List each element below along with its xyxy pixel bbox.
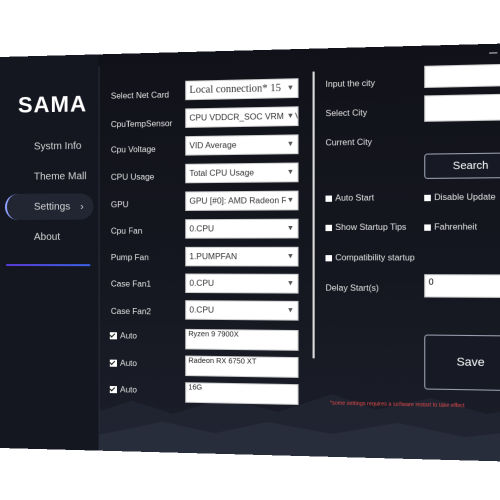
label-current-city: Current City (325, 137, 372, 148)
dropdown-arrow-icon: ▼ (285, 219, 296, 238)
compatibility-startup-label: Compatibility startup (335, 253, 415, 263)
sidebar-item-settings[interactable]: Settings › (4, 193, 94, 220)
cpu-usage-value: Total CPU Usage (189, 168, 255, 179)
sidebar-item-system-info[interactable]: Systm Info (0, 132, 99, 160)
delay-start-input[interactable]: 0 (424, 274, 500, 299)
sidebar-item-label: Settings (33, 201, 71, 213)
fahrenheit-label: Fahrenheit (434, 222, 478, 232)
cpu-usage-select[interactable]: Total CPU Usage ▼ (185, 162, 299, 184)
dropdown-arrow-icon: ▼ (285, 163, 296, 182)
auto-label: Auto (120, 331, 137, 341)
label-pump-fan: Pump Fan (110, 253, 149, 263)
pump-fan-select[interactable]: 1.PUMPFAN ▼ (185, 246, 299, 267)
chevron-right-icon: › (80, 200, 84, 213)
label-cpu-fan: Cpu Fan (110, 226, 143, 236)
sidebar-item-theme-mall[interactable]: Theme Mall (0, 163, 99, 190)
label-cpu-voltage: Cpu Voltage (110, 144, 156, 155)
label-case-fan1: Case Fan1 (110, 279, 152, 289)
checkbox-checked-icon (109, 332, 117, 340)
gpu-name-input[interactable]: Radeon RX 6750 XT (185, 355, 299, 378)
dropdown-arrow-icon: ▼ (285, 79, 296, 98)
dropdown-arrow-icon: ▼ (285, 247, 296, 266)
net-card-select[interactable]: Local connection* 15 ▼ (185, 78, 299, 101)
label-delay-start: Delay Start(s) (325, 283, 379, 293)
gpu-value: GPU [#0]: AMD Radeon RX (189, 195, 294, 206)
disable-update-checkbox[interactable]: Disable Update (424, 192, 496, 203)
sidebar-accent-bar (5, 264, 91, 267)
cpu-voltage-value: VID Average (189, 140, 237, 151)
search-button[interactable]: Search (424, 152, 500, 179)
dropdown-arrow-icon: ▼ (285, 274, 296, 293)
cpu-fan-value: 0.CPU (189, 224, 215, 234)
checkbox-icon (424, 194, 431, 201)
sidebar-item-label: About (33, 231, 61, 243)
show-startup-tips-label: Show Startup Tips (335, 222, 407, 233)
minimize-button[interactable]: – (489, 44, 497, 60)
label-case-fan2: Case Fan2 (110, 306, 152, 317)
checkbox-icon (325, 224, 333, 231)
gpu-select[interactable]: GPU [#0]: AMD Radeon RX ▼ (185, 190, 299, 211)
sidebar: SAMA Systm Info Theme Mall Settings › Ab… (0, 54, 99, 451)
dropdown-arrow-icon: ▼ (285, 191, 296, 210)
auto-checkbox-cpu[interactable]: Auto (109, 331, 137, 341)
label-input-city: Input the city (325, 78, 375, 90)
sama-window: – ✕ SAMA Systm Info Theme Mall Settings … (0, 42, 500, 463)
auto-start-label: Auto Start (335, 193, 375, 203)
case-fan2-select[interactable]: 0.CPU ▼ (185, 300, 299, 321)
disable-update-label: Disable Update (434, 192, 496, 203)
label-gpu: GPU (110, 200, 129, 210)
sidebar-divider (98, 66, 100, 432)
screenshot-stage: – ✕ SAMA Systm Info Theme Mall Settings … (0, 0, 500, 500)
auto-label: Auto (120, 385, 137, 395)
cpu-temp-sensor-value: CPU VDDCR_SOC VRM (SV (189, 111, 299, 123)
city-select[interactable]: ▼ (424, 93, 500, 122)
fahrenheit-checkbox[interactable]: Fahrenheit (424, 222, 477, 232)
checkbox-icon (325, 195, 333, 202)
show-startup-tips-checkbox[interactable]: Show Startup Tips (325, 222, 406, 232)
checkbox-icon (325, 254, 333, 261)
auto-start-checkbox[interactable]: Auto Start (325, 193, 374, 203)
cpu-name-input[interactable]: Ryzen 9 7900X (185, 328, 299, 351)
dropdown-arrow-icon: ▼ (285, 107, 296, 126)
label-select-city: Select City (325, 108, 368, 119)
cpu-temp-sensor-select[interactable]: CPU VDDCR_SOC VRM (SV ▼ (185, 106, 299, 128)
label-cpu-temp-sensor: CpuTempSensor (110, 118, 173, 130)
section-divider (312, 71, 315, 359)
checkbox-checked-icon (109, 359, 117, 367)
case-fan1-value: 0.CPU (189, 278, 215, 289)
sidebar-item-label: Theme Mall (33, 170, 87, 183)
pump-fan-value: 1.PUMPFAN (189, 251, 238, 262)
dropdown-arrow-icon: ▼ (285, 135, 296, 154)
label-select-net-card: Select Net Card (110, 90, 170, 101)
save-button[interactable]: Save (424, 334, 500, 392)
app-logo: SAMA (17, 91, 88, 118)
sidebar-item-label: Systm Info (33, 140, 82, 153)
auto-checkbox-gpu[interactable]: Auto (109, 358, 137, 369)
sidebar-item-about[interactable]: About (0, 224, 99, 250)
cpu-voltage-select[interactable]: VID Average ▼ (185, 134, 299, 156)
ram-size-input[interactable]: 16G (185, 382, 299, 405)
case-fan2-value: 0.CPU (189, 305, 215, 315)
dropdown-arrow-icon: ▼ (285, 301, 296, 320)
case-fan1-select[interactable]: 0.CPU ▼ (185, 273, 299, 294)
cpu-fan-select[interactable]: 0.CPU ▼ (185, 218, 299, 239)
compatibility-startup-checkbox[interactable]: Compatibility startup (325, 253, 415, 263)
label-cpu-usage: CPU Usage (110, 172, 155, 182)
checkbox-checked-icon (109, 385, 117, 394)
checkbox-icon (424, 223, 431, 231)
auto-checkbox-ram[interactable]: Auto (109, 385, 137, 395)
auto-label: Auto (120, 358, 137, 369)
city-input[interactable] (424, 63, 500, 89)
net-card-value: Local connection* 15 (189, 82, 281, 97)
